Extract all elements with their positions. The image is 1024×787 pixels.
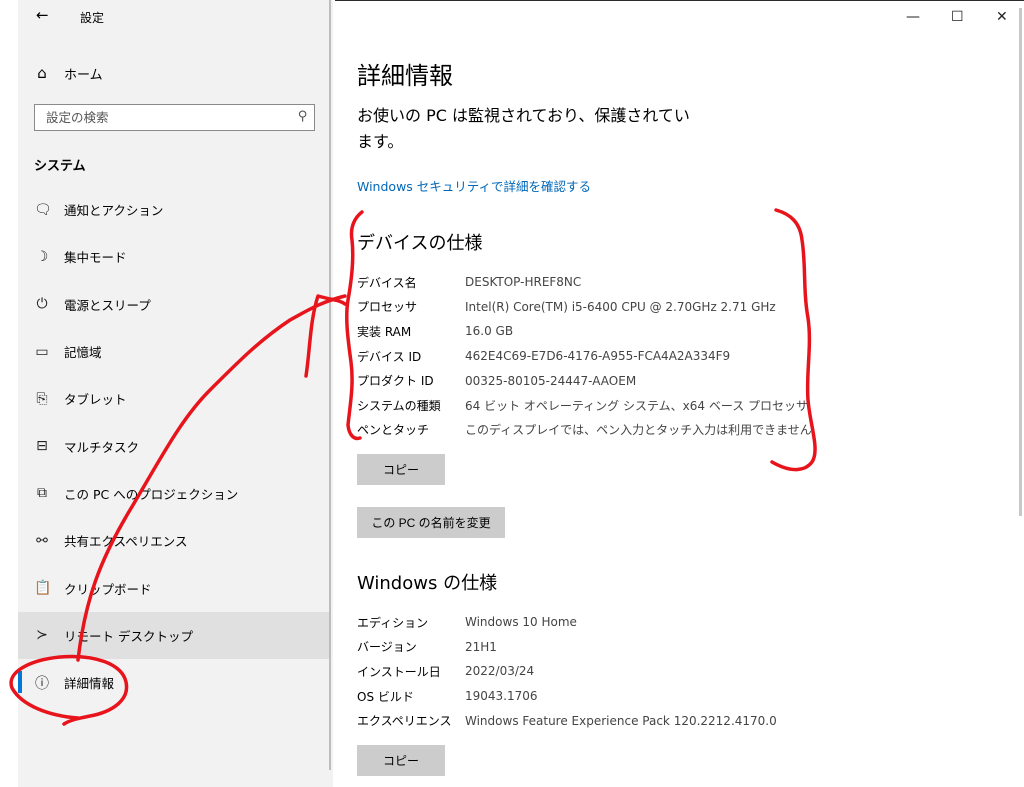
info-icon: ⓘ bbox=[35, 675, 49, 692]
spec-value: Windows Feature Experience Pack 120.2212… bbox=[465, 713, 777, 728]
search-box[interactable]: ⚲ bbox=[34, 104, 315, 131]
spec-value: 462E4C69-E7D6-4176-A955-FCA4A2A334F9 bbox=[465, 349, 731, 364]
storage-icon: ▭ bbox=[35, 343, 49, 360]
sidebar-item-8[interactable]: 📋 クリップボード bbox=[18, 564, 329, 611]
sidebar-item-4[interactable]: ⎘ タブレット bbox=[18, 375, 329, 422]
sidebar-item-label: タブレット bbox=[64, 392, 127, 408]
sidebar-item-label: この PC へのプロジェクション bbox=[64, 486, 239, 502]
spec-key: デバイス ID bbox=[357, 349, 422, 364]
rename-pc-button[interactable]: この PC の名前を変更 bbox=[357, 507, 505, 538]
content-scrollbar[interactable] bbox=[1019, 8, 1022, 516]
clipboard-icon: 📋 bbox=[34, 580, 52, 597]
spec-value: DESKTOP-HREF8NC bbox=[465, 275, 582, 290]
spec-value: このディスプレイでは、ペン入力とタッチ入力は利用できません bbox=[465, 423, 812, 438]
page-title: 詳細情報 bbox=[357, 62, 453, 90]
selection-indicator bbox=[18, 670, 22, 693]
spec-key: OS ビルド bbox=[357, 689, 414, 704]
spec-key: バージョン bbox=[357, 640, 417, 655]
spec-row: デバイス名 DESKTOP-HREF8NC bbox=[357, 270, 812, 295]
protection-text: お使いの PC は監視されており、保護されています。 bbox=[357, 106, 690, 151]
back-arrow-icon[interactable]: ← bbox=[36, 6, 49, 24]
minimize-icon[interactable]: — bbox=[906, 9, 920, 25]
sidebar-item-label: 通知とアクション bbox=[64, 203, 164, 219]
spec-row: プロセッサ Intel(R) Core(TM) i5-6400 CPU @ 2.7… bbox=[357, 295, 812, 320]
power-icon: ⏻ bbox=[36, 296, 48, 313]
spec-key: ペンとタッチ bbox=[357, 423, 430, 438]
windows-specs-table: エディション Windows 10 Home バージョン 21H1 インストール日 202… bbox=[357, 610, 777, 733]
search-icon[interactable]: ⚲ bbox=[298, 109, 308, 124]
spec-row: バージョン 21H1 bbox=[357, 635, 777, 660]
spec-key: システムの種類 bbox=[357, 398, 441, 413]
spec-key: プロセッサ bbox=[357, 300, 418, 315]
spec-value: Windows 10 Home bbox=[465, 615, 577, 630]
spec-key: インストール日 bbox=[357, 664, 441, 679]
sidebar-item-label: 電源とスリープ bbox=[64, 297, 151, 313]
spec-value: 00325-80105-24447-AAOEM bbox=[465, 373, 637, 388]
sidebar: ← 設定 ⌂ ホーム ⚲ システム 🗨 通知とアクション ☽ 集中モード ⏻ 電源とスリー… bbox=[18, 0, 333, 787]
close-icon[interactable]: ✕ bbox=[996, 9, 1008, 25]
moon-icon: ☽ bbox=[35, 248, 49, 265]
spec-row: インストール日 2022/03/24 bbox=[357, 659, 777, 684]
security-link[interactable]: Windows セキュリティで詳細を確認する bbox=[357, 176, 591, 195]
spec-value: 2022/03/24 bbox=[465, 664, 535, 679]
shared-icon: ⚯ bbox=[36, 532, 48, 549]
sidebar-item-10[interactable]: ⓘ 詳細情報 bbox=[18, 659, 329, 706]
tablet-icon: ⎘ bbox=[36, 390, 48, 407]
sidebar-item-label: クリップボード bbox=[64, 581, 152, 597]
section-title: システム bbox=[34, 159, 86, 174]
spec-row: プロダクト ID 00325-80105-24447-AAOEM bbox=[357, 368, 812, 393]
sidebar-item-label: 詳細情報 bbox=[64, 676, 115, 692]
spec-row: 実装 RAM 16.0 GB bbox=[357, 319, 812, 344]
spec-row: エクスペリエンス Windows Feature Experience Pack … bbox=[357, 708, 777, 733]
home-label: ホーム bbox=[64, 67, 103, 83]
sidebar-item-label: 集中モード bbox=[64, 250, 127, 266]
home-icon: ⌂ bbox=[37, 64, 47, 82]
copy-device-button[interactable]: コピー bbox=[357, 454, 445, 485]
sidebar-item-0[interactable]: 🗨 通知とアクション bbox=[18, 186, 329, 233]
message-icon: 🗨 bbox=[34, 201, 52, 218]
spec-row: エディション Windows 10 Home bbox=[357, 610, 777, 635]
spec-value: Intel(R) Core(TM) i5-6400 CPU @ 2.70GHz … bbox=[465, 299, 776, 314]
device-specs-heading: デバイスの仕様 bbox=[357, 233, 483, 254]
spec-key: デバイス名 bbox=[357, 275, 417, 290]
search-input[interactable] bbox=[35, 105, 286, 130]
sidebar-item-label: マルチタスク bbox=[64, 439, 140, 455]
multitask-icon: ⊟ bbox=[36, 438, 48, 455]
spec-value: 19043.1706 bbox=[465, 689, 538, 704]
sidebar-scrollbar[interactable] bbox=[329, 0, 331, 770]
spec-key: プロダクト ID bbox=[357, 374, 434, 389]
left-margin bbox=[0, 0, 18, 787]
sidebar-item-label: 記憶域 bbox=[64, 345, 102, 361]
project-icon: ⧉ bbox=[37, 485, 47, 502]
sidebar-item-label: 共有エクスペリエンス bbox=[64, 534, 188, 550]
spec-row: デバイス ID 462E4C69-E7D6-4176-A955-FCA4A2A33… bbox=[357, 344, 812, 369]
maximize-icon[interactable]: ☐ bbox=[951, 9, 964, 25]
spec-row: OS ビルド 19043.1706 bbox=[357, 684, 777, 709]
remote-icon: ≻ bbox=[36, 627, 48, 644]
sidebar-item-2[interactable]: ⏻ 電源とスリープ bbox=[18, 281, 329, 328]
sidebar-item-1[interactable]: ☽ 集中モード bbox=[18, 233, 329, 280]
sidebar-item-5[interactable]: ⊟ マルチタスク bbox=[18, 422, 329, 469]
spec-value: 16.0 GB bbox=[465, 324, 514, 339]
sidebar-item-6[interactable]: ⧉ この PC へのプロジェクション bbox=[18, 470, 329, 517]
windows-specs-heading: Windows の仕様 bbox=[357, 573, 498, 594]
sidebar-item-9[interactable]: ≻ リモート デスクトップ bbox=[18, 611, 329, 659]
spec-row: ペンとタッチ このディスプレイでは、ペン入力とタッチ入力は利用できません bbox=[357, 418, 812, 443]
spec-key: エディション bbox=[357, 615, 429, 630]
spec-value: 64 ビット オペレーティング システム、x64 ベース プロセッサ bbox=[465, 398, 809, 413]
spec-row: システムの種類 64 ビット オペレーティング システム、x64 ベース プロセッ… bbox=[357, 393, 812, 418]
sidebar-nav: 🗨 通知とアクション ☽ 集中モード ⏻ 電源とスリープ ▭ 記憶域 ⎘ タブレット ⊟ マルチタスク… bbox=[18, 186, 329, 706]
device-specs-table: デバイス名 DESKTOP-HREF8NC プロセッサ Intel(R) Core(T… bbox=[357, 270, 812, 442]
sidebar-item-label: リモート デスクトップ bbox=[64, 628, 193, 644]
spec-key: 実装 RAM bbox=[357, 324, 412, 339]
sidebar-home[interactable]: ⌂ ホーム bbox=[34, 62, 103, 84]
app-title: 設定 bbox=[80, 11, 105, 25]
sidebar-item-7[interactable]: ⚯ 共有エクスペリエンス bbox=[18, 517, 329, 564]
copy-windows-button[interactable]: コピー bbox=[357, 745, 445, 776]
sidebar-item-3[interactable]: ▭ 記憶域 bbox=[18, 328, 329, 375]
window-top-border bbox=[335, 0, 1024, 1]
spec-value: 21H1 bbox=[465, 639, 497, 654]
spec-key: エクスペリエンス bbox=[357, 714, 452, 729]
